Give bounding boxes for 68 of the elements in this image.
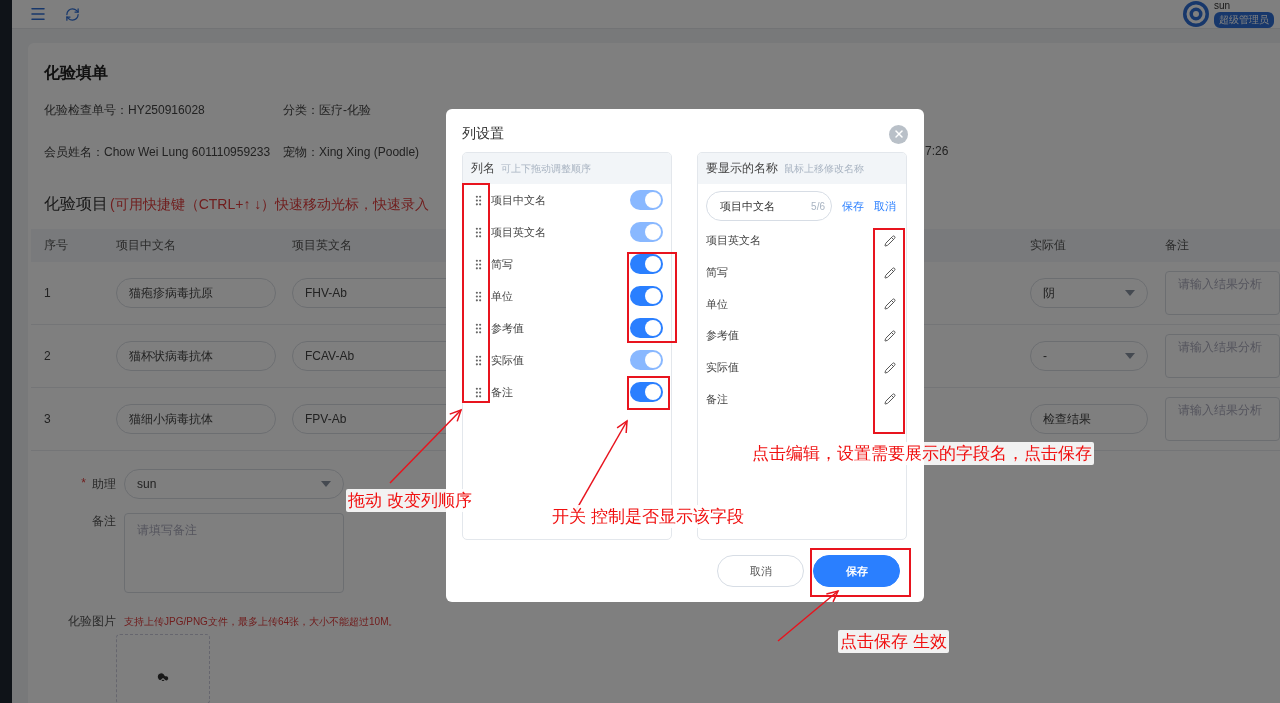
save-button[interactable]: 保存	[813, 555, 900, 587]
table-cell-text: 1	[44, 286, 52, 300]
column-header: 备注	[1165, 237, 1189, 254]
cancel-button[interactable]: 取消	[717, 555, 804, 587]
visibility-switch[interactable]	[630, 254, 663, 274]
annotation-text: 点击保存 生效	[838, 630, 949, 653]
info-text: 7:26	[925, 144, 949, 160]
pencil-icon[interactable]	[884, 329, 896, 342]
panel-title: 要显示的名称	[706, 160, 778, 177]
arrow	[777, 589, 840, 642]
display-name: 参考值	[706, 328, 739, 344]
column-label: 参考值	[491, 320, 524, 336]
required-mark: *	[81, 475, 86, 492]
field-label: 化验图片	[68, 613, 116, 630]
pencil-icon[interactable]	[884, 361, 896, 374]
pencil-icon[interactable]	[884, 266, 896, 279]
section-title: 化验项目	[44, 194, 108, 214]
info-text: 宠物：Xing Xing (Poodle)	[283, 144, 420, 161]
column-header: 项目中文名	[116, 237, 176, 254]
column-label: 项目中文名	[491, 192, 546, 208]
pencil-icon[interactable]	[884, 393, 896, 406]
char-count: 5/6	[811, 200, 825, 212]
avatar-icon[interactable]	[1182, 0, 1210, 28]
refresh-icon[interactable]	[65, 6, 80, 22]
pencil-icon[interactable]	[884, 234, 896, 247]
user-name: sun	[1214, 0, 1231, 11]
visibility-switch[interactable]	[630, 286, 663, 306]
dialog-title: 列设置	[462, 125, 504, 143]
annotation-text: 开关 控制是否显示该字段	[550, 505, 746, 528]
highlight-frame	[627, 376, 670, 410]
display-name: 项目英文名	[706, 233, 761, 249]
caret-icon	[1125, 353, 1135, 359]
caret-icon	[321, 481, 331, 487]
input-value: 项目中文名	[720, 198, 775, 214]
pencil-icon[interactable]	[884, 298, 896, 311]
shortcut-hint: (可用快捷键（CTRL+↑ ↓）快速移动光标，快速录入	[110, 196, 430, 214]
role-badge: 超级管理员	[1214, 11, 1274, 28]
column-label: 简写	[491, 256, 513, 272]
table-cell-text: 3	[44, 412, 52, 426]
column-label: 单位	[491, 288, 513, 304]
visibility-switch[interactable]	[630, 318, 663, 338]
info-text: 化验检查单号：HY250916028	[44, 102, 205, 119]
caret-icon	[1125, 290, 1135, 296]
display-name: 简写	[706, 265, 728, 281]
field-label: 备注	[92, 513, 116, 530]
column-header: 序号	[44, 237, 68, 254]
column-label: 实际值	[491, 352, 524, 368]
column-label: 备注	[491, 384, 513, 400]
annotation-text: 拖动 改变列顺序	[346, 489, 474, 512]
save-link[interactable]: 保存	[842, 198, 864, 214]
display-name: 实际值	[706, 360, 739, 376]
field-label: 助理	[92, 475, 116, 493]
annotation-text: 点击编辑，设置需要展示的字段名，点击保存	[750, 442, 1094, 465]
display-name: 单位	[706, 296, 728, 312]
display-name: 备注	[706, 391, 728, 407]
panel-title: 列名	[471, 160, 495, 177]
column-header: 实际值	[1030, 237, 1066, 254]
cancel-link[interactable]: 取消	[874, 198, 896, 214]
column-header: 项目英文名	[292, 237, 352, 254]
page-title: 化验填单	[44, 63, 109, 83]
column-label: 项目英文名	[491, 224, 546, 240]
menu-icon[interactable]	[29, 5, 47, 23]
info-text: 分类：医疗-化验	[283, 102, 371, 119]
info-text: 会员姓名：Chow Wei Lung 601110959233	[44, 144, 271, 161]
close-icon	[892, 128, 905, 140]
table-cell-text: 2	[44, 349, 52, 363]
upload-hint: 支持上传JPG/PNG文件，最多上传64张，大小不能超过10M。	[124, 614, 400, 629]
visibility-switch[interactable]	[630, 382, 663, 402]
